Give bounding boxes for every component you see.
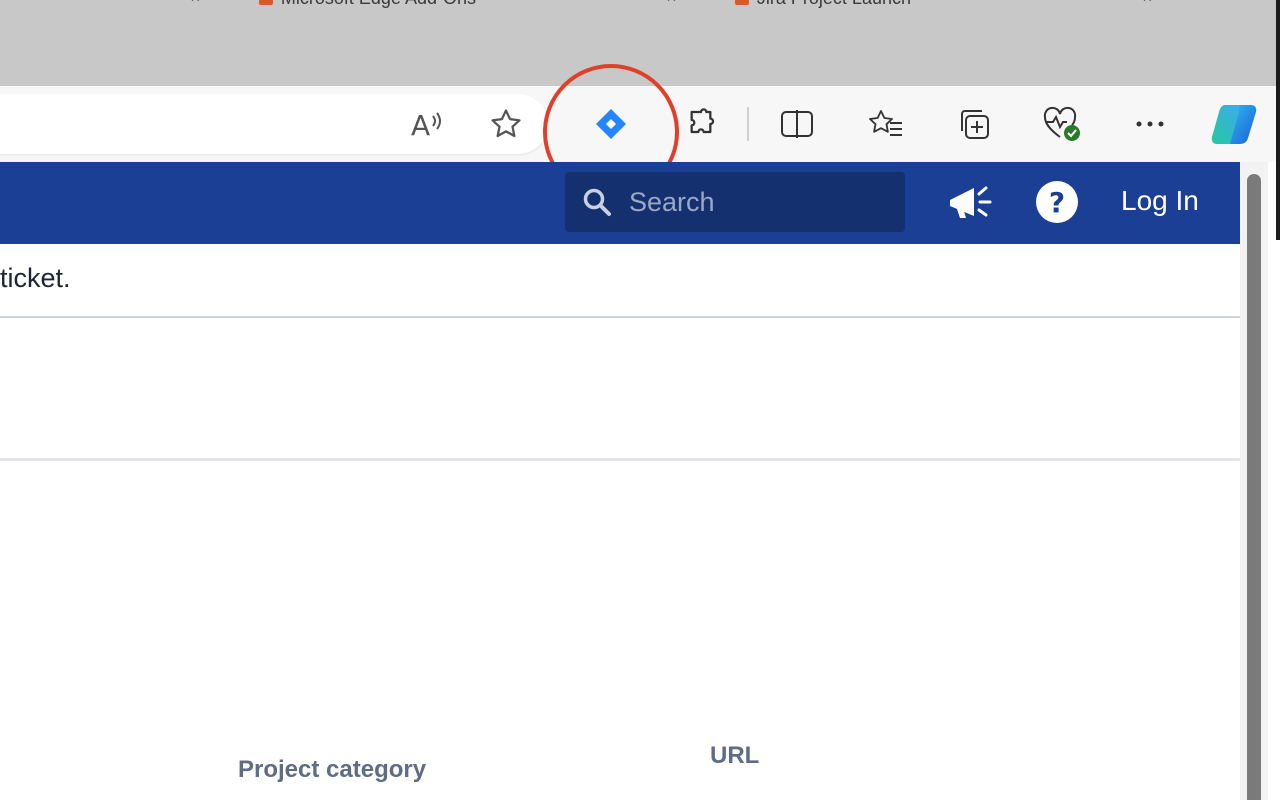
collections-icon[interactable] bbox=[954, 100, 994, 148]
close-tab-icon[interactable]: ✕ bbox=[1142, 0, 1153, 6]
window-edge bbox=[1276, 0, 1280, 240]
divider bbox=[0, 316, 1240, 318]
read-aloud-icon[interactable]: A bbox=[406, 100, 446, 148]
svg-text:?: ? bbox=[1049, 186, 1065, 219]
help-icon[interactable]: ? bbox=[1033, 178, 1081, 226]
tab-favicon bbox=[258, 0, 273, 5]
browser-toolbar bbox=[0, 86, 1280, 162]
search-input[interactable] bbox=[629, 186, 889, 218]
search-icon bbox=[581, 186, 613, 218]
svg-text:A: A bbox=[411, 109, 430, 140]
scrollbar-thumb[interactable] bbox=[1247, 174, 1261, 800]
tab-1[interactable]: ✕ Microsoft Edge Add-Ons bbox=[190, 0, 476, 9]
search-box[interactable] bbox=[565, 172, 905, 232]
more-icon[interactable] bbox=[1130, 100, 1170, 148]
log-in-link[interactable]: Log In bbox=[1121, 185, 1199, 217]
favorites-icon[interactable] bbox=[866, 100, 906, 148]
heartbeat-icon[interactable] bbox=[1042, 100, 1082, 148]
toolbar-separator bbox=[747, 107, 749, 141]
jira-icon[interactable] bbox=[591, 100, 631, 148]
close-tab-icon[interactable]: ✕ bbox=[666, 0, 677, 6]
copilot-icon[interactable] bbox=[1208, 100, 1260, 148]
tab-1-title: Microsoft Edge Add-Ons bbox=[281, 0, 476, 9]
column-header-project-category[interactable]: Project category bbox=[238, 756, 426, 784]
tab-2[interactable]: ✕ Jira Project Launch bbox=[666, 0, 911, 9]
tab-2-title: Jira Project Launch bbox=[757, 0, 911, 9]
column-header-url[interactable]: URL bbox=[710, 742, 759, 770]
star-icon[interactable] bbox=[486, 100, 526, 148]
address-bar[interactable] bbox=[0, 94, 548, 154]
ticket-text: ticket. bbox=[0, 263, 71, 293]
close-tab-icon[interactable]: ✕ bbox=[190, 0, 201, 6]
announcements-icon[interactable] bbox=[945, 178, 993, 226]
divider bbox=[0, 458, 1240, 461]
tab-favicon bbox=[734, 0, 749, 5]
tab-3-close[interactable]: ✕ bbox=[1142, 0, 1203, 6]
tab-strip: ✕ Microsoft Edge Add-Ons ✕ Jira Project … bbox=[0, 0, 1280, 86]
puzzle-icon[interactable] bbox=[681, 100, 721, 148]
split-screen-icon[interactable] bbox=[777, 100, 817, 148]
